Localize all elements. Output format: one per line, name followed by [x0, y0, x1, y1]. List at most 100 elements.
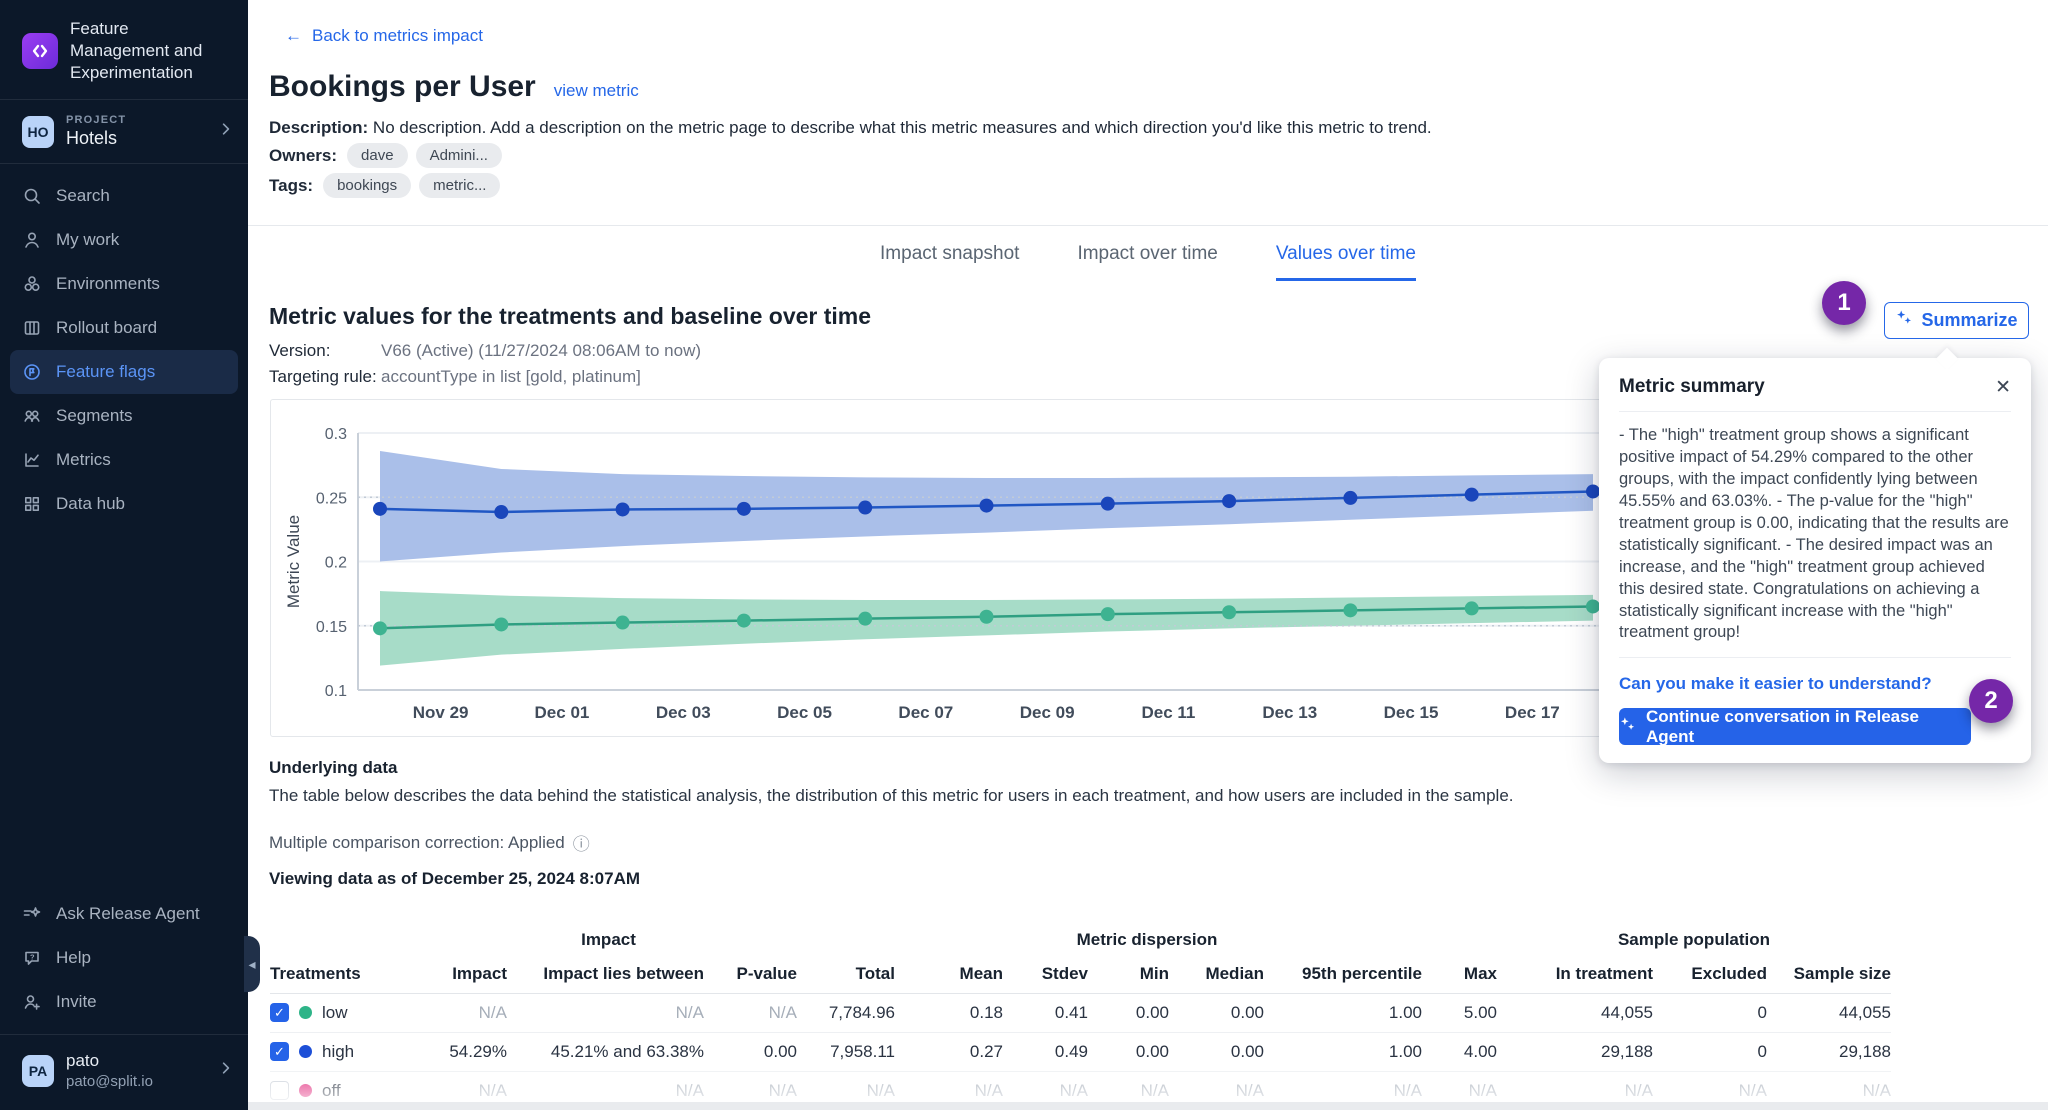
tags-row: Tags: bookingsmetric...	[269, 173, 500, 198]
column-header: Sample size	[1767, 955, 1891, 993]
table-row-high: ✓high54.29%45.21% and 63.38%0.007,958.11…	[270, 1032, 1891, 1071]
tag-pill: bookings	[323, 173, 411, 198]
summarize-button[interactable]: Summarize	[1884, 302, 2029, 339]
treatment-color-dot	[299, 1045, 312, 1058]
sparkle-lines-icon	[22, 904, 42, 924]
metric-description: Description: No description. Add a descr…	[269, 118, 1432, 138]
chart-icon	[22, 450, 42, 470]
project-switcher[interactable]: HO PROJECT Hotels	[0, 100, 248, 163]
sidebar-item-environments[interactable]: Environments	[10, 262, 238, 306]
nav-label: Feature flags	[56, 362, 155, 382]
column-header: Min	[1088, 955, 1169, 993]
svg-text:Dec 13: Dec 13	[1262, 703, 1317, 722]
back-link[interactable]: ← Back to metrics impact	[285, 26, 483, 46]
tab-bar: Impact snapshot Impact over time Values …	[248, 243, 2048, 281]
sidebar-item-rollout-board[interactable]: Rollout board	[10, 306, 238, 350]
svg-text:0.2: 0.2	[325, 555, 347, 572]
help-bubble-icon: ?	[22, 948, 42, 968]
table-cell: 0.00	[1169, 993, 1264, 1032]
back-arrow-icon: ←	[285, 26, 302, 46]
confidence-band-low	[380, 591, 1593, 666]
column-header: P-value	[704, 955, 797, 993]
underlying-data-table: ImpactMetric dispersionSample population…	[270, 925, 1891, 1110]
column-header: Stdev	[1003, 955, 1088, 993]
sidebar-item-my-work[interactable]: My work	[10, 218, 238, 262]
easier-to-understand-link[interactable]: Can you make it easier to understand?	[1619, 674, 2011, 694]
tab-values-over-time[interactable]: Values over time	[1276, 243, 1416, 281]
user-email: pato@split.io	[66, 1073, 153, 1090]
correction-text: Multiple comparison correction: Applied	[269, 833, 565, 853]
user-menu[interactable]: PA pato pato@split.io	[0, 1035, 248, 1110]
grid-icon	[22, 494, 42, 514]
table-cell: 29,188	[1767, 1032, 1891, 1071]
treatment-checkbox[interactable]	[270, 1081, 289, 1100]
sidebar-item-ask-release-agent[interactable]: Ask Release Agent	[10, 892, 238, 936]
description-text: No description. Add a description on the…	[373, 118, 1432, 137]
view-metric-link[interactable]: view metric	[554, 81, 639, 101]
sidebar-nav: Search My work EnvironmentsRollout board Fe…	[0, 164, 248, 536]
svg-text:Dec 11: Dec 11	[1142, 703, 1196, 722]
column-header: 95th percentile	[1264, 955, 1422, 993]
flag-icon	[22, 362, 42, 382]
sidebar-item-segments[interactable]: Segments	[10, 394, 238, 438]
header-divider	[248, 225, 2048, 226]
sidebar-item-data-hub[interactable]: Data hub	[10, 482, 238, 526]
treatment-label: high	[322, 1042, 354, 1062]
nav-label: Segments	[56, 406, 133, 426]
nav-label: My work	[56, 230, 119, 250]
svg-text:?: ?	[30, 952, 35, 961]
annotation-step-1-badge: 1	[1822, 281, 1866, 325]
sparkles-icon	[1619, 716, 1636, 738]
nav-label: Help	[56, 948, 91, 968]
info-icon[interactable]: ⓘ	[573, 830, 590, 855]
split-logo-icon	[22, 33, 58, 69]
continue-conversation-button[interactable]: Continue conversation in Release Agent	[1619, 708, 1971, 745]
sidebar-collapse-handle[interactable]: ◂	[244, 936, 260, 992]
table-cell: N/A	[420, 993, 507, 1032]
column-header: Mean	[895, 955, 1003, 993]
correction-row: Multiple comparison correction: Applied …	[269, 830, 590, 855]
user-name: pato	[66, 1051, 153, 1071]
underlying-data-description: The table below describes the data behin…	[269, 786, 1514, 806]
column-header: Max	[1422, 955, 1497, 993]
x-axis-labels: Nov 29Dec 01Dec 03Dec 05Dec 07Dec 09Dec …	[413, 703, 1560, 722]
table-cell: 44,055	[1497, 993, 1653, 1032]
popup-arrow	[1936, 348, 1959, 371]
owners-label: Owners:	[269, 146, 337, 166]
svg-text:Dec 05: Dec 05	[777, 703, 832, 722]
table-cell: 44,055	[1767, 993, 1891, 1032]
table-cell: 7,784.96	[797, 993, 895, 1032]
user-plus-icon	[22, 992, 42, 1012]
nav-label: Ask Release Agent	[56, 904, 200, 924]
svg-text:Dec 15: Dec 15	[1384, 703, 1439, 722]
nav-label: Metrics	[56, 450, 111, 470]
section-heading: Metric values for the treatments and bas…	[269, 303, 871, 330]
sidebar-item-invite[interactable]: Invite	[10, 980, 238, 1024]
treatment-checkbox[interactable]: ✓	[270, 1042, 289, 1061]
group-header: Sample population	[1497, 925, 1891, 955]
tab-impact-over-time[interactable]: Impact over time	[1077, 243, 1217, 281]
svg-text:Dec 17: Dec 17	[1505, 703, 1560, 722]
nav-label: Data hub	[56, 494, 125, 514]
treatment-checkbox[interactable]: ✓	[270, 1003, 289, 1022]
sidebar-item-feature-flags[interactable]: Feature flags	[10, 350, 238, 394]
popup-divider	[1619, 411, 2011, 412]
summarize-label: Summarize	[1921, 310, 2017, 331]
table-cell: 0.27	[895, 1032, 1003, 1071]
table-cell: 45.21% and 63.38%	[507, 1032, 704, 1071]
svg-text:Dec 07: Dec 07	[898, 703, 953, 722]
svg-text:0.1: 0.1	[325, 683, 347, 700]
project-badge: HO	[22, 116, 54, 148]
sidebar-item-help[interactable]: ? Help	[10, 936, 238, 980]
search-icon	[22, 186, 42, 206]
table-cell: 0.49	[1003, 1032, 1088, 1071]
popup-divider	[1619, 657, 2011, 658]
column-header: Impact lies between	[507, 955, 704, 993]
tab-impact-snapshot[interactable]: Impact snapshot	[880, 243, 1019, 281]
sidebar-item-search[interactable]: Search	[10, 174, 238, 218]
group-header: Metric dispersion	[797, 925, 1497, 955]
nav-label: Invite	[56, 992, 97, 1012]
sidebar-item-metrics[interactable]: Metrics	[10, 438, 238, 482]
table-cell: 0.00	[704, 1032, 797, 1071]
close-icon[interactable]: ✕	[1995, 378, 2011, 397]
